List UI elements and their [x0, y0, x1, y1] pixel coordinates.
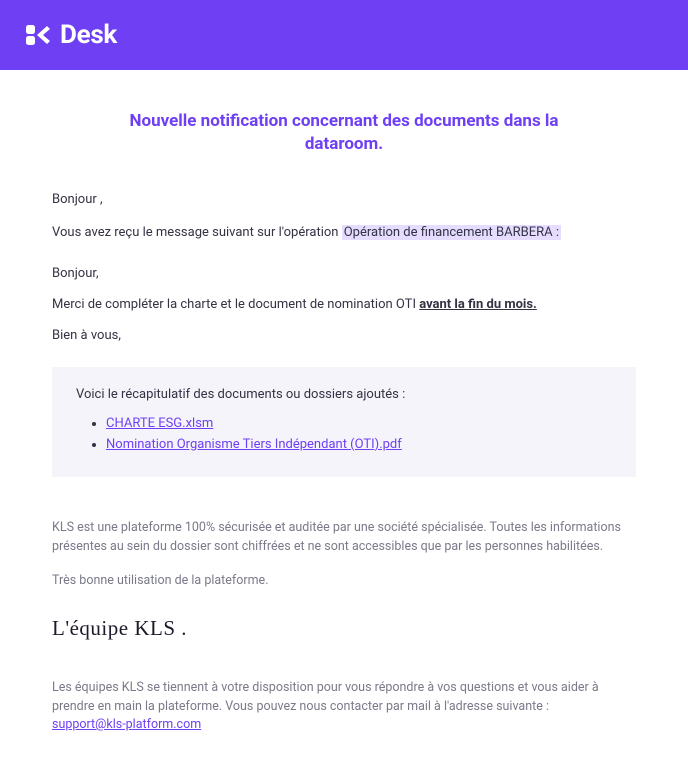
- inner-body: Merci de compléter la charte et le docum…: [52, 297, 636, 312]
- footer-help: Les équipes KLS se tiennent à votre disp…: [52, 679, 636, 735]
- support-email-link[interactable]: support@kls-platform.com: [52, 717, 201, 732]
- list-item: CHARTE ESG.xlsm: [106, 414, 612, 435]
- email-body: Nouvelle notification concernant des doc…: [0, 70, 688, 765]
- header-bar: Desk: [0, 0, 688, 70]
- logo-icon: [24, 21, 52, 49]
- document-link[interactable]: Nomination Organisme Tiers Indépendant (…: [106, 437, 402, 452]
- goodbye-text: Très bonne utilisation de la plateforme.: [52, 573, 636, 588]
- documents-list: CHARTE ESG.xlsm Nomination Organisme Tie…: [76, 414, 612, 456]
- list-item: Nomination Organisme Tiers Indépendant (…: [106, 435, 612, 456]
- brand-logo: Desk: [24, 20, 117, 50]
- signature: L'équipe KLS .: [52, 616, 636, 641]
- inner-body-emphasis: avant la fin du mois.: [419, 297, 537, 312]
- document-link[interactable]: CHARTE ESG.xlsm: [106, 416, 213, 431]
- recap-title: Voici le récapitulatif des documents ou …: [76, 387, 612, 402]
- footer-help-text: Les équipes KLS se tiennent à votre disp…: [52, 680, 599, 714]
- intro-line: Vous avez reçu le message suivant sur l'…: [52, 225, 636, 240]
- inner-hello: Bonjour,: [52, 266, 636, 281]
- documents-recap: Voici le récapitulatif des documents ou …: [52, 367, 636, 478]
- inner-signoff: Bien à vous,: [52, 328, 636, 343]
- security-note: KLS est une plateforme 100% sécurisée et…: [52, 519, 636, 557]
- operation-name: Opération de financement BARBERA :: [342, 225, 561, 240]
- greeting: Bonjour ,: [52, 192, 636, 207]
- intro-prefix: Vous avez reçu le message suivant sur l'…: [52, 225, 342, 240]
- inner-message: Bonjour, Merci de compléter la charte et…: [52, 266, 636, 343]
- notification-title: Nouvelle notification concernant des doc…: [114, 110, 574, 156]
- inner-body-prefix: Merci de compléter la charte et le docum…: [52, 297, 419, 312]
- brand-name: Desk: [60, 20, 117, 50]
